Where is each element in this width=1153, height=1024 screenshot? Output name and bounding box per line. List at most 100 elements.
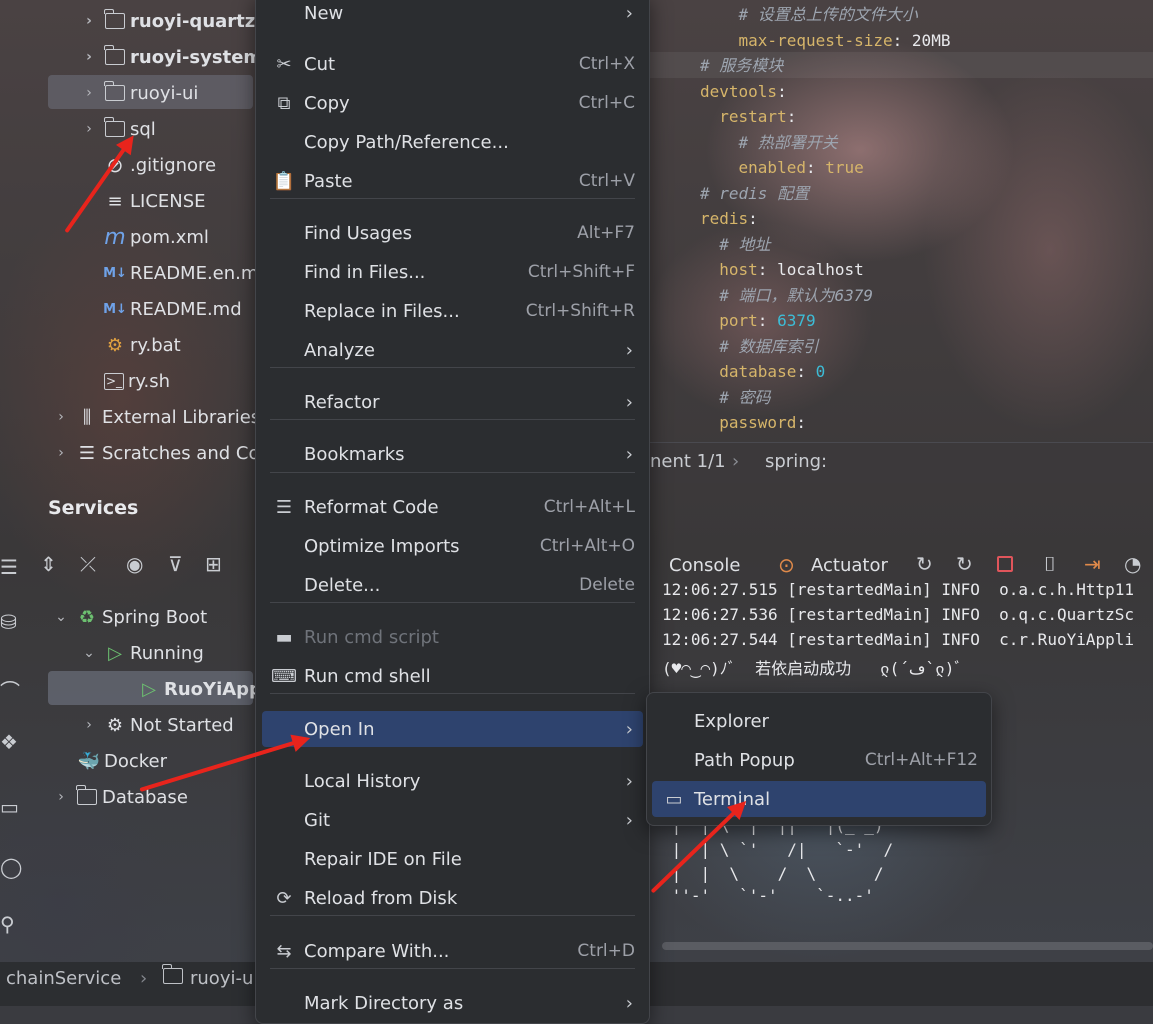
yaml-key: redis bbox=[700, 209, 749, 228]
service-not-started[interactable]: › ⚙ Not Started bbox=[80, 708, 234, 742]
breadcrumb-path[interactable]: spring: bbox=[765, 451, 827, 472]
code-line: # 数据库索引 bbox=[700, 334, 818, 359]
menu-item-shortcut: Ctrl+Alt+L bbox=[543, 497, 635, 517]
code-line: # 服务模块 bbox=[700, 53, 783, 78]
actuator-icon: ⊙ bbox=[778, 553, 795, 577]
expand-all-icon[interactable]: ⇕ bbox=[40, 552, 57, 576]
problems-tool-icon[interactable]: ◯ bbox=[0, 855, 22, 879]
eye-icon[interactable]: ◉ bbox=[126, 552, 143, 576]
terminal-tool-icon[interactable]: ▭ bbox=[0, 795, 19, 819]
code-editor[interactable]: # 设置总上传的文件大小 max-request-size: 20MB # 服务模… bbox=[650, 0, 1153, 442]
editor-breadcrumb: nent 1/1 › spring: bbox=[650, 442, 1153, 483]
menu-item-find-in-files[interactable]: Find in Files... Ctrl+Shift+F bbox=[262, 254, 643, 290]
reformat-icon: ☰ bbox=[275, 496, 293, 518]
yaml-comment: # 服务模块 bbox=[700, 56, 784, 75]
chevron-right-icon: › bbox=[625, 718, 633, 740]
tree-item-license[interactable]: ≡ LICENSE bbox=[104, 184, 205, 218]
service-running[interactable]: ⌄ ▷ Running bbox=[80, 636, 204, 670]
tree-item-external-libraries[interactable]: › ⫼ External Libraries bbox=[52, 400, 260, 434]
tab-actuator[interactable]: Actuator bbox=[811, 555, 888, 576]
menu-icon[interactable]: ☰ bbox=[0, 555, 18, 579]
chevron-right-icon[interactable]: › bbox=[80, 13, 98, 29]
open-in-submenu: Explorer Path Popup Ctrl+Alt+F12 ▭ Terminal bbox=[646, 692, 992, 826]
menu-item-delete[interactable]: Delete... Delete bbox=[262, 567, 643, 603]
filter-icon[interactable]: ⊽ bbox=[168, 552, 183, 576]
submenu-item-terminal[interactable]: ▭ Terminal bbox=[652, 781, 986, 817]
git-tool-icon[interactable]: ⚲ bbox=[0, 912, 15, 936]
chevron-right-icon[interactable]: › bbox=[52, 445, 70, 461]
yaml-value: 0 bbox=[815, 362, 826, 381]
submenu-item-path-popup[interactable]: Path Popup Ctrl+Alt+F12 bbox=[652, 742, 986, 778]
menu-item-label: Refactor bbox=[304, 391, 380, 413]
gauge-icon[interactable]: ◔ bbox=[1124, 552, 1141, 576]
menu-item-copy[interactable]: ⧉ Copy Ctrl+C bbox=[262, 85, 643, 121]
menu-item-refactor[interactable]: Refactor › bbox=[262, 384, 643, 420]
chevron-right-icon[interactable]: › bbox=[80, 49, 98, 65]
horizontal-scrollbar[interactable] bbox=[662, 942, 1153, 950]
chevron-down-icon[interactable]: ⌄ bbox=[52, 609, 70, 625]
status-crumb[interactable]: chainService bbox=[6, 968, 121, 989]
service-docker[interactable]: 🐳 Docker bbox=[78, 744, 167, 778]
menu-item-copy-path-reference[interactable]: Copy Path/Reference... bbox=[262, 124, 643, 160]
chevron-right-icon[interactable]: › bbox=[52, 789, 70, 805]
menu-item-repair-ide-on-file[interactable]: Repair IDE on File bbox=[262, 841, 643, 877]
menu-item-new[interactable]: New › bbox=[262, 0, 643, 31]
chevron-right-icon[interactable]: › bbox=[80, 85, 98, 101]
tree-item-pom[interactable]: m pom.xml bbox=[104, 220, 209, 254]
menu-item-mark-directory-as[interactable]: Mark Directory as › bbox=[262, 985, 643, 1021]
menu-item-reformat-code[interactable]: ☰ Reformat Code Ctrl+Alt+L bbox=[262, 489, 643, 525]
menu-item-find-usages[interactable]: Find Usages Alt+F7 bbox=[262, 215, 643, 251]
menu-item-bookmarks[interactable]: Bookmarks › bbox=[262, 436, 643, 472]
stop-icon[interactable] bbox=[997, 556, 1013, 572]
tab-console[interactable]: Console bbox=[669, 555, 740, 576]
menu-item-cut[interactable]: ✂ Cut Ctrl+X bbox=[262, 46, 643, 82]
collapse-all-icon[interactable]: ⤫ bbox=[80, 552, 96, 576]
document-indicator[interactable]: nent 1/1 bbox=[650, 451, 726, 472]
menu-item-label: Run cmd script bbox=[304, 626, 439, 648]
menu-item-optimize-imports[interactable]: Optimize Imports Ctrl+Alt+O bbox=[262, 528, 643, 564]
menu-item-run-cmd-shell[interactable]: ⌨ Run cmd shell bbox=[262, 658, 643, 694]
menu-item-local-history[interactable]: Local History › bbox=[262, 763, 643, 799]
menu-item-analyze[interactable]: Analyze › bbox=[262, 332, 643, 368]
menu-item-label: Run cmd shell bbox=[304, 665, 431, 687]
rerun-icon[interactable]: ↻ bbox=[916, 552, 933, 576]
status-crumb[interactable]: ruoyi-ui bbox=[190, 968, 258, 989]
menu-item-paste[interactable]: 📋 Paste Ctrl+V bbox=[262, 163, 643, 199]
tree-item-ruoyi-ui[interactable]: › ruoyi-ui bbox=[80, 76, 198, 110]
menu-item-open-in[interactable]: Open In › bbox=[262, 711, 643, 747]
tree-item-ry-bat[interactable]: ⚙ ry.bat bbox=[104, 328, 181, 362]
camera-icon[interactable]: ⌷ bbox=[1044, 552, 1056, 576]
add-service-icon[interactable]: ⊞ bbox=[205, 552, 222, 576]
menu-item-git[interactable]: Git › bbox=[262, 802, 643, 838]
code-line: password: bbox=[719, 413, 816, 432]
services-tool-icon[interactable]: ❖ bbox=[0, 730, 18, 754]
yaml-comment: # 热部署开关 bbox=[738, 132, 838, 152]
service-spring-boot[interactable]: ⌄ ♻ Spring Boot bbox=[52, 600, 207, 634]
build-tool-icon[interactable]: ⌒ bbox=[0, 675, 20, 704]
exit-icon[interactable]: ⇥ bbox=[1084, 552, 1101, 576]
scratches-icon: ☰ bbox=[78, 442, 96, 464]
submenu-item-explorer[interactable]: Explorer bbox=[652, 703, 986, 739]
menu-item-shortcut: Ctrl+Shift+F bbox=[527, 262, 635, 282]
menu-item-reload-from-disk[interactable]: ⟳ Reload from Disk bbox=[262, 880, 643, 916]
yaml-value: 20MB bbox=[911, 30, 951, 50]
tree-item-readme-en[interactable]: M↓ README.en.md bbox=[103, 256, 270, 290]
database-tool-icon[interactable]: ⛁ bbox=[0, 610, 17, 634]
rerun-debug-icon[interactable]: ↻ bbox=[956, 552, 973, 576]
project-tree-panel: › ruoyi-quartz › ruoyi-system › ruoyi-ui… bbox=[0, 0, 317, 490]
tree-item-readme[interactable]: M↓ README.md bbox=[103, 292, 242, 326]
service-database[interactable]: › Database bbox=[52, 780, 188, 814]
tree-item-ry-sh[interactable]: >_ ry.sh bbox=[104, 364, 170, 398]
yaml-comment: # redis 配置 bbox=[700, 183, 810, 203]
log-line: 12:06:27.515 [restartedMain] INFO o.a.c.… bbox=[662, 580, 1135, 599]
menu-item-label: Repair IDE on File bbox=[304, 848, 462, 870]
menu-item-replace-in-files[interactable]: Replace in Files... Ctrl+Shift+R bbox=[262, 293, 643, 329]
tree-item-ruoyi-system[interactable]: › ruoyi-system bbox=[80, 40, 262, 74]
tree-item-ruoyi-quartz[interactable]: › ruoyi-quartz bbox=[80, 4, 255, 38]
spring-boot-icon: ♻ bbox=[78, 606, 96, 628]
chevron-right-icon[interactable]: › bbox=[52, 409, 70, 425]
menu-item-compare-with[interactable]: ⇆ Compare With... Ctrl+D bbox=[262, 933, 643, 969]
chevron-right-icon[interactable]: › bbox=[80, 717, 98, 733]
chevron-down-icon[interactable]: ⌄ bbox=[80, 645, 98, 661]
chevron-right-icon[interactable]: › bbox=[80, 121, 98, 137]
